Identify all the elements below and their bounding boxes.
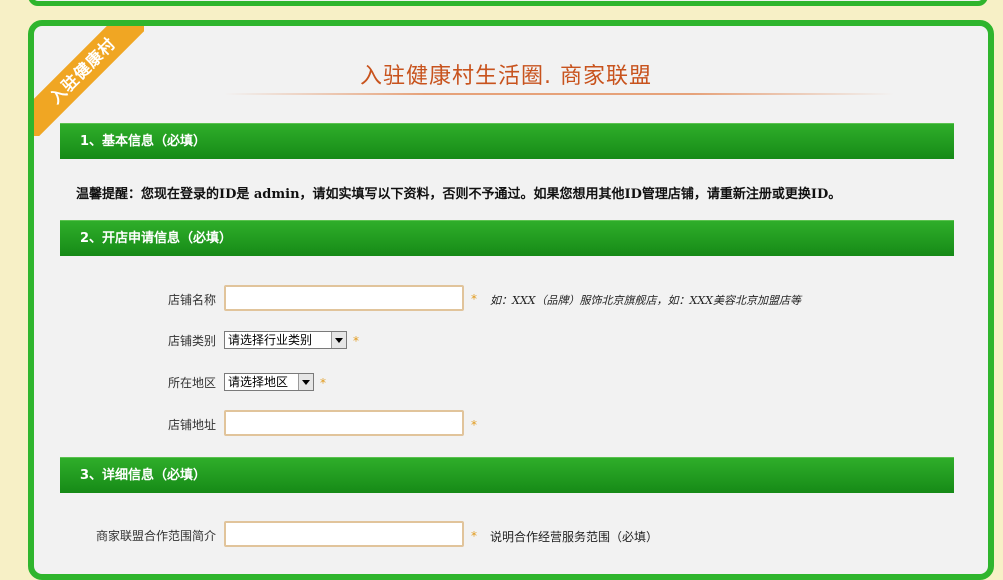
- region-select[interactable]: 请选择地区: [224, 373, 314, 391]
- store-name-hint: 如：XXX（品牌）服饰北京旗舰店，如：XXX美容北京加盟店等: [490, 294, 801, 307]
- merchant-application-panel: 入驻健康村 入驻健康村生活圈. 商家联盟 1、基本信息（必填） 温馨提醒：您现在…: [28, 20, 994, 580]
- login-notice: 温馨提醒：您现在登录的ID是 admin，请如实填写以下资料，否则不予通过。如果…: [76, 187, 842, 202]
- store-category-label: 店铺类别: [167, 334, 216, 348]
- title-divider: [224, 93, 894, 95]
- store-category-select[interactable]: 请选择行业类别: [224, 331, 347, 349]
- store-name-label: 店铺名称: [167, 293, 216, 307]
- store-address-required-mark: *: [471, 418, 477, 432]
- store-category-selected: 请选择行业类别: [228, 333, 313, 347]
- section-header-basic-info: 1、基本信息（必填）: [60, 123, 954, 159]
- alliance-scope-hint: 说明合作经营服务范围（必填）: [490, 530, 659, 544]
- page-title: 入驻健康村生活圈. 商家联盟: [360, 64, 652, 89]
- top-panel-frame: [28, 0, 988, 6]
- store-name-required-mark: *: [471, 292, 477, 306]
- section-header-details: 3、详细信息（必填）: [60, 457, 954, 493]
- chevron-down-icon[interactable]: [331, 332, 346, 348]
- store-category-required-mark: *: [353, 334, 359, 348]
- region-selected: 请选择地区: [228, 375, 289, 389]
- alliance-scope-label: 商家联盟合作范围简介: [95, 529, 216, 543]
- alliance-scope-required-mark: *: [471, 529, 477, 543]
- alliance-scope-input[interactable]: [224, 521, 464, 547]
- store-name-input[interactable]: [224, 285, 464, 311]
- region-label: 所在地区: [167, 376, 216, 390]
- store-address-input[interactable]: [224, 410, 464, 436]
- chevron-down-icon[interactable]: [298, 374, 313, 390]
- store-address-label: 店铺地址: [167, 418, 216, 432]
- region-required-mark: *: [320, 376, 326, 390]
- section-header-store-application: 2、开店申请信息（必填）: [60, 220, 954, 256]
